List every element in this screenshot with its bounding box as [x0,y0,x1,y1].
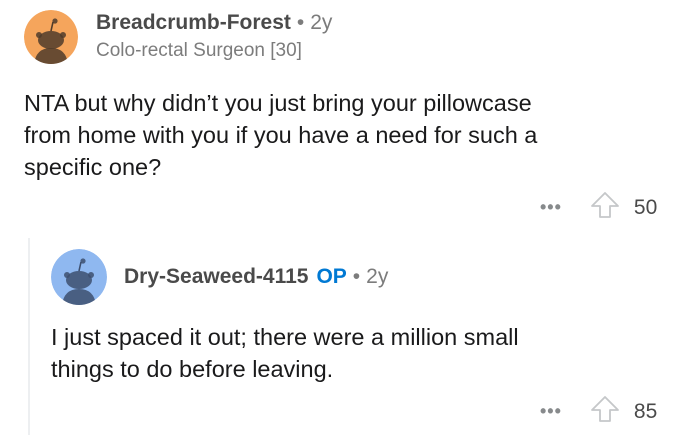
upvote-arrow-icon[interactable] [590,395,620,428]
reply-body: I just spaced it out; there were a milli… [51,321,519,385]
comment-actions: ••• 50 [540,191,657,224]
comment-meta: Breadcrumb-Forest • 2y [96,11,332,35]
thread-line[interactable] [28,238,30,435]
comment-age[interactable]: 2y [366,265,388,288]
comment-line: NTA but why didn’t you just bring your p… [24,90,532,116]
comment-line: from home with you if you have a need fo… [24,122,538,148]
op-badge: OP [316,265,347,288]
username[interactable]: Breadcrumb-Forest [96,11,291,34]
reddit-snoo-icon [24,10,78,64]
user-avatar[interactable] [51,249,107,305]
more-options-icon[interactable]: ••• [540,401,562,422]
upvote-arrow-icon[interactable] [590,191,620,224]
separator-dot: • [352,265,361,288]
comment-line: specific one? [24,154,162,180]
reply-meta: Dry-Seaweed-4115 OP • 2y [124,265,388,289]
user-flair: Colo-rectal Surgeon [30] [96,40,302,61]
user-avatar[interactable] [24,10,78,64]
username[interactable]: Dry-Seaweed-4115 [124,265,308,288]
reddit-snoo-icon [51,249,107,305]
comment-line: I just spaced it out; there were a milli… [51,324,519,350]
reply-actions: ••• 85 [540,395,657,428]
comment-line: things to do before leaving. [51,356,334,382]
comment-body: NTA but why didn’t you just bring your p… [24,87,537,183]
vote-score: 85 [633,399,658,423]
more-options-icon[interactable]: ••• [540,197,562,218]
separator-dot: • [296,11,305,34]
comment-age[interactable]: 2y [310,11,332,34]
vote-score: 50 [633,195,658,219]
